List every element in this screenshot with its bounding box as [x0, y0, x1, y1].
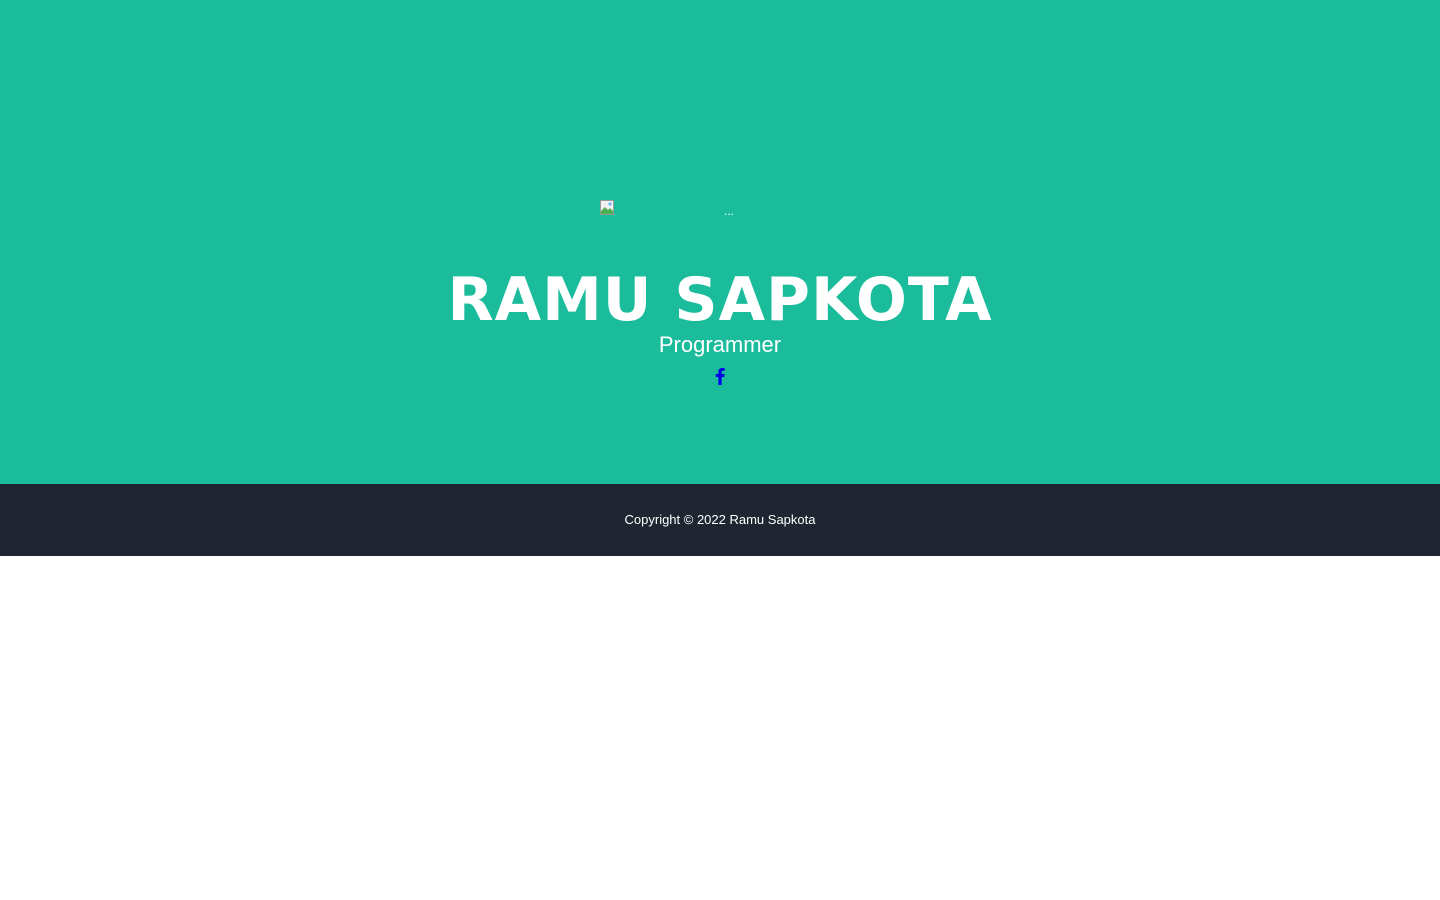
page-title: RAMU SAPKOTA	[447, 265, 993, 335]
broken-image-icon	[600, 200, 614, 215]
facebook-link[interactable]	[712, 366, 728, 386]
facebook-icon	[715, 368, 725, 385]
profile-image-alt-text: ...	[724, 204, 735, 218]
masthead: ... RAMU SAPKOTA Programmer	[0, 0, 1440, 484]
copyright-text: Copyright © 2022 Ramu Sapkota	[624, 512, 816, 527]
profile-image: ...	[600, 200, 856, 228]
subtitle: Programmer	[658, 332, 782, 357]
footer: Copyright © 2022 Ramu Sapkota	[0, 484, 1440, 556]
